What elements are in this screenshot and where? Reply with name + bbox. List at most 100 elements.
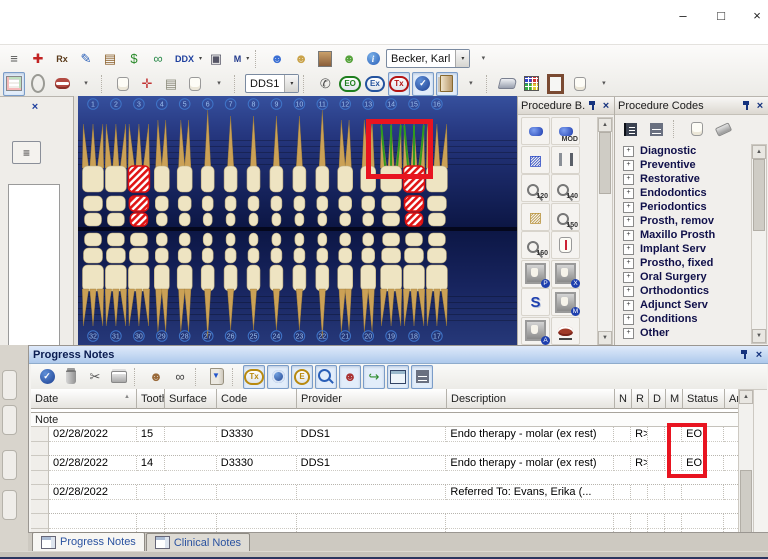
expand-plus-icon[interactable]: +: [623, 299, 634, 311]
tooth-30[interactable]: [127, 232, 150, 327]
cell-provider[interactable]: DDS1: [296, 456, 447, 471]
filter-referral-toggle[interactable]: ↪: [363, 364, 385, 389]
cell-date[interactable]: 02/28/2022: [48, 427, 137, 442]
cell-n[interactable]: [614, 427, 632, 442]
progress-notes-table[interactable]: Date▲ToothSurfaceCodeProviderDescription…: [31, 389, 754, 552]
complete-check-button[interactable]: [36, 365, 58, 389]
tooth-4[interactable]: [154, 119, 170, 227]
print-button[interactable]: [108, 365, 130, 389]
patient-alert-button[interactable]: ☻: [145, 365, 167, 389]
amalgam-mod-button[interactable]: MOD: [551, 117, 580, 145]
scroll-down-icon[interactable]: ▼: [752, 329, 766, 343]
progress-notes-titlebar[interactable]: Progress Notes ×: [29, 346, 768, 364]
row-selector[interactable]: [31, 427, 49, 442]
tree-item-preventive[interactable]: + Preventive: [617, 158, 753, 172]
panel-door-button[interactable]: [435, 71, 458, 96]
tooth-11[interactable]: [315, 109, 330, 227]
pin-icon[interactable]: [740, 349, 749, 360]
table-row-3[interactable]: 02/28/2022 Referred To: Evans, Erika (...: [31, 485, 753, 500]
post-core-button[interactable]: [551, 145, 580, 174]
cell-r[interactable]: R>: [631, 427, 649, 442]
denture-button[interactable]: [551, 316, 580, 345]
list-icon[interactable]: ≡: [3, 47, 25, 71]
tree-item-restorative[interactable]: + Restorative: [617, 172, 753, 186]
tooth-probe-icon[interactable]: [112, 72, 134, 96]
dropdown-4[interactable]: ▾: [593, 72, 615, 96]
ex-button[interactable]: Ex: [364, 72, 386, 96]
cell-status[interactable]: [682, 485, 725, 500]
row-selector[interactable]: [31, 485, 49, 500]
tooth-22[interactable]: [315, 232, 330, 339]
tree-item-orthodontics[interactable]: + Orthodontics: [617, 284, 753, 298]
xray-button-1[interactable]: P: [521, 259, 550, 288]
scroll-up-icon[interactable]: ▲: [752, 145, 766, 159]
cell-code[interactable]: [216, 485, 297, 500]
journal-button[interactable]: [206, 365, 228, 389]
cell-m[interactable]: [665, 485, 683, 500]
glasses-icon[interactable]: ∞: [147, 47, 169, 71]
expand-plus-icon[interactable]: +: [623, 313, 634, 325]
close-icon[interactable]: ×: [753, 349, 765, 361]
tree-item-prosth-remov[interactable]: + Prosth, remov: [617, 214, 753, 228]
cube-button[interactable]: M ▾: [229, 47, 251, 71]
toolbar-overflow-1[interactable]: ▾: [472, 47, 494, 71]
tx-button[interactable]: Tx: [387, 71, 410, 96]
procedure-codes-titlebar[interactable]: Procedure Codes ×: [615, 97, 768, 115]
info-icon[interactable]: [362, 47, 384, 71]
cell-surface[interactable]: [164, 485, 217, 500]
left-dock-close-icon[interactable]: ×: [28, 100, 42, 113]
expand-plus-icon[interactable]: +: [623, 271, 634, 283]
cell-d[interactable]: [648, 485, 666, 500]
phone-icon[interactable]: ✆: [314, 72, 336, 96]
scroll-down-icon[interactable]: ▼: [598, 331, 612, 345]
cell-tooth[interactable]: [136, 485, 165, 500]
cell-tooth[interactable]: 14: [136, 456, 165, 471]
compass-icon[interactable]: ✛: [136, 72, 158, 96]
cell-description[interactable]: Referred To: Evans, Erika (...: [446, 485, 615, 500]
column-header-m[interactable]: M: [666, 389, 683, 409]
root-canal-button[interactable]: [551, 231, 580, 259]
crown-porcelain-button[interactable]: ▨: [521, 145, 550, 174]
tab-progress-notes[interactable]: Progress Notes: [32, 532, 145, 551]
cell-surface[interactable]: [164, 456, 217, 471]
tree-item-conditions[interactable]: + Conditions: [617, 312, 753, 326]
referral-out-icon[interactable]: ☻: [266, 47, 288, 71]
tab-clinical-notes[interactable]: Clinical Notes: [145, 533, 251, 551]
cell-code[interactable]: D3330: [216, 427, 297, 442]
search-button[interactable]: ∞: [169, 365, 191, 389]
scroll-up-icon[interactable]: ▲: [739, 390, 753, 404]
cell-n[interactable]: [614, 456, 632, 471]
cell-code[interactable]: D3330: [216, 456, 297, 471]
cell-r[interactable]: R>: [631, 456, 649, 471]
expand-plus-icon[interactable]: +: [623, 159, 634, 171]
filter-patient-toggle[interactable]: ☻: [339, 364, 361, 389]
dropdown-2[interactable]: ▾: [208, 72, 230, 96]
filter-exam-toggle[interactable]: E: [291, 364, 313, 389]
tooth-1[interactable]: [82, 123, 104, 227]
tree-item-maxillo-prosth[interactable]: + Maxillo Prosth: [617, 228, 753, 242]
tooth-31[interactable]: [104, 232, 127, 327]
column-header-date[interactable]: Date ▲: [31, 389, 137, 409]
cell-provider[interactable]: DDS1: [296, 427, 447, 442]
tooth-watch-icon[interactable]: [184, 72, 206, 96]
filter-tx-toggle[interactable]: Tx: [243, 364, 265, 389]
tree-item-adjunct-serv[interactable]: + Adjunct Serv: [617, 298, 753, 312]
crown-gold-button[interactable]: ▨: [521, 202, 550, 231]
exam-120-button[interactable]: 120: [521, 174, 550, 202]
probe-button[interactable]: [686, 117, 708, 141]
column-header-n[interactable]: N: [615, 389, 632, 409]
tooth-23[interactable]: [292, 232, 307, 331]
billing-icon[interactable]: $: [123, 47, 145, 71]
cell-description[interactable]: Endo therapy - molar (ex rest): [446, 456, 615, 471]
patient-doc-icon[interactable]: ☻: [290, 47, 312, 71]
pin-icon[interactable]: [742, 100, 751, 111]
tooth-18[interactable]: [403, 232, 425, 327]
prescriptions-icon[interactable]: Rx: [51, 47, 73, 71]
tooth-5[interactable]: [176, 119, 193, 227]
tooth-2[interactable]: [104, 123, 127, 227]
cell-surface[interactable]: [164, 427, 217, 442]
amalgam-button[interactable]: [521, 117, 550, 145]
tree-item-endodontics[interactable]: + Endodontics: [617, 186, 753, 200]
complete-check-button[interactable]: [411, 71, 434, 96]
frame-icon[interactable]: [545, 72, 567, 96]
